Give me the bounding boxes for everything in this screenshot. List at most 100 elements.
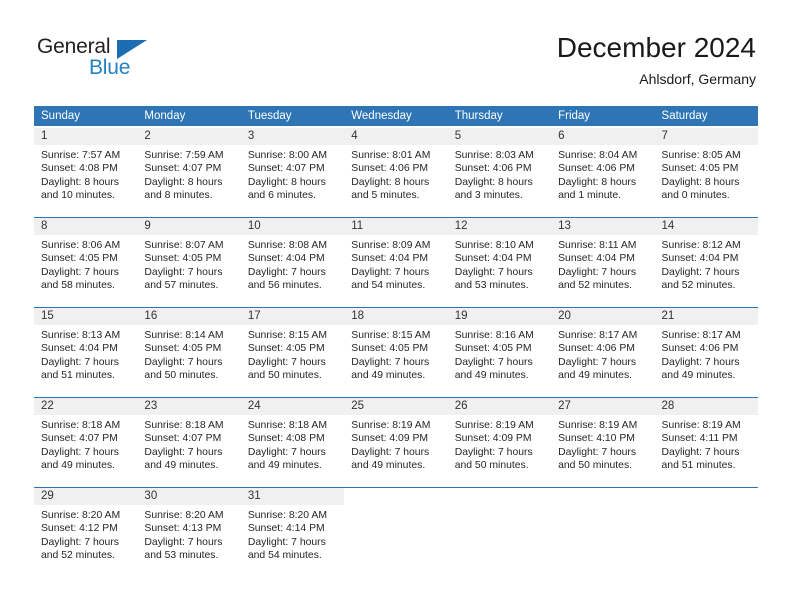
day-cell[interactable]: 21 Sunrise: 8:17 AM Sunset: 4:06 PM Dayl… [654, 308, 758, 396]
day-cell[interactable]: 3 Sunrise: 8:00 AM Sunset: 4:07 PM Dayli… [240, 128, 345, 216]
daylight-text-line1: Daylight: 7 hours [41, 446, 119, 458]
day-number: 12 [447, 218, 552, 235]
daylight-text-line1: Daylight: 7 hours [661, 446, 740, 458]
sunrise-text: Sunrise: 8:06 AM [41, 240, 121, 251]
sunset-text: Sunset: 4:05 PM [247, 343, 325, 355]
day-info: Sunrise: 8:19 AM Sunset: 4:10 PM Dayligh… [551, 415, 654, 473]
day-cell[interactable]: 11 Sunrise: 8:09 AM Sunset: 4:04 PM Dayl… [344, 218, 448, 306]
page-header: General Blue December 2024 Ahlsdorf, Ger… [0, 0, 792, 100]
day-cell[interactable]: 28 Sunrise: 8:19 AM Sunset: 4:11 PM Dayl… [654, 398, 758, 486]
daylight-text-line1: Daylight: 8 hours [454, 176, 533, 188]
daylight-text-line1: Daylight: 7 hours [351, 446, 430, 458]
sunrise-text: Sunrise: 8:11 AM [558, 240, 637, 251]
day-cell-empty [655, 488, 758, 576]
day-cell[interactable]: 17 Sunrise: 8:15 AM Sunset: 4:05 PM Dayl… [240, 308, 345, 396]
sunset-text: Sunset: 4:14 PM [247, 523, 325, 535]
daylight-text-line2: and 50 minutes. [454, 460, 529, 472]
day-number: 17 [240, 308, 345, 325]
day-cell[interactable]: 13 Sunrise: 8:11 AM Sunset: 4:04 PM Dayl… [551, 218, 655, 306]
day-cell[interactable]: 31 Sunrise: 8:20 AM Sunset: 4:14 PM Dayl… [240, 488, 345, 576]
daylight-text-line2: and 10 minutes. [41, 190, 115, 202]
day-cell[interactable]: 10 Sunrise: 8:08 AM Sunset: 4:04 PM Dayl… [240, 218, 345, 306]
daylight-text-line2: and 54 minutes. [351, 280, 426, 292]
day-info: Sunrise: 8:18 AM Sunset: 4:08 PM Dayligh… [241, 415, 344, 473]
day-cell[interactable]: 8 Sunrise: 8:06 AM Sunset: 4:05 PM Dayli… [34, 218, 138, 306]
day-cell[interactable]: 22 Sunrise: 8:18 AM Sunset: 4:07 PM Dayl… [34, 398, 138, 486]
daylight-text-line1: Daylight: 8 hours [247, 176, 326, 188]
day-cell[interactable]: 14 Sunrise: 8:12 AM Sunset: 4:04 PM Dayl… [654, 218, 758, 306]
day-cell[interactable]: 26 Sunrise: 8:19 AM Sunset: 4:09 PM Dayl… [447, 398, 552, 486]
day-number: 11 [344, 218, 448, 235]
daylight-text-line1: Daylight: 8 hours [41, 176, 119, 188]
day-number: 10 [240, 218, 345, 235]
daylight-text-line1: Daylight: 7 hours [558, 356, 637, 368]
daylight-text-line2: and 49 minutes. [144, 460, 219, 472]
sunset-text: Sunset: 4:13 PM [144, 523, 222, 535]
day-cell[interactable]: 16 Sunrise: 8:14 AM Sunset: 4:05 PM Dayl… [137, 308, 241, 396]
day-info: Sunrise: 8:18 AM Sunset: 4:07 PM Dayligh… [137, 415, 240, 473]
day-cell[interactable]: 30 Sunrise: 8:20 AM Sunset: 4:13 PM Dayl… [137, 488, 241, 576]
daylight-text-line2: and 54 minutes. [247, 550, 322, 562]
daylight-text-line1: Daylight: 8 hours [558, 176, 637, 188]
general-blue-logo[interactable]: General Blue [37, 36, 167, 84]
daylight-text-line2: and 5 minutes. [351, 190, 420, 202]
weekday-header-thursday: Thursday [447, 106, 552, 126]
sunrise-text: Sunrise: 8:15 AM [247, 330, 327, 341]
sunset-text: Sunset: 4:11 PM [661, 433, 738, 445]
sunrise-text: Sunrise: 8:03 AM [454, 150, 534, 161]
day-number: 26 [447, 398, 552, 415]
day-cell[interactable]: 6 Sunrise: 8:04 AM Sunset: 4:06 PM Dayli… [551, 128, 655, 216]
sunset-text: Sunset: 4:06 PM [351, 163, 429, 175]
daylight-text-line2: and 49 minutes. [351, 370, 426, 382]
daylight-text-line1: Daylight: 7 hours [247, 356, 326, 368]
day-info: Sunrise: 8:08 AM Sunset: 4:04 PM Dayligh… [241, 235, 344, 293]
day-cell[interactable]: 23 Sunrise: 8:18 AM Sunset: 4:07 PM Dayl… [137, 398, 241, 486]
day-cell[interactable]: 5 Sunrise: 8:03 AM Sunset: 4:06 PM Dayli… [447, 128, 552, 216]
day-cell[interactable]: 29 Sunrise: 8:20 AM Sunset: 4:12 PM Dayl… [34, 488, 138, 576]
day-cell[interactable]: 25 Sunrise: 8:19 AM Sunset: 4:09 PM Dayl… [344, 398, 448, 486]
day-cell[interactable]: 7 Sunrise: 8:05 AM Sunset: 4:05 PM Dayli… [654, 128, 758, 216]
daylight-text-line1: Daylight: 7 hours [558, 266, 637, 278]
day-number: 1 [34, 128, 138, 145]
day-cell[interactable]: 27 Sunrise: 8:19 AM Sunset: 4:10 PM Dayl… [551, 398, 655, 486]
sunrise-text: Sunrise: 8:12 AM [661, 240, 741, 251]
sunrise-text: Sunrise: 8:16 AM [454, 330, 534, 341]
daylight-text-line2: and 50 minutes. [247, 370, 322, 382]
day-number: 29 [34, 488, 138, 505]
day-cell[interactable]: 2 Sunrise: 7:59 AM Sunset: 4:07 PM Dayli… [137, 128, 241, 216]
sunrise-text: Sunrise: 8:19 AM [661, 420, 741, 431]
day-cell[interactable]: 4 Sunrise: 8:01 AM Sunset: 4:06 PM Dayli… [344, 128, 448, 216]
day-cell[interactable]: 1 Sunrise: 7:57 AM Sunset: 4:08 PM Dayli… [34, 128, 138, 216]
calendar-week-row: 29 Sunrise: 8:20 AM Sunset: 4:12 PM Dayl… [34, 488, 758, 576]
sunrise-text: Sunrise: 8:18 AM [247, 420, 327, 431]
daylight-text-line1: Daylight: 7 hours [558, 446, 637, 458]
day-cell-empty [551, 488, 654, 576]
day-cell[interactable]: 12 Sunrise: 8:10 AM Sunset: 4:04 PM Dayl… [447, 218, 552, 306]
day-cell[interactable]: 18 Sunrise: 8:15 AM Sunset: 4:05 PM Dayl… [344, 308, 448, 396]
sunrise-text: Sunrise: 8:20 AM [247, 510, 327, 521]
daylight-text-line2: and 51 minutes. [661, 460, 736, 472]
sunrise-text: Sunrise: 8:07 AM [144, 240, 224, 251]
weekday-header-tuesday: Tuesday [240, 106, 345, 126]
daylight-text-line2: and 52 minutes. [558, 280, 633, 292]
day-number: 31 [240, 488, 345, 505]
day-cell[interactable]: 20 Sunrise: 8:17 AM Sunset: 4:06 PM Dayl… [551, 308, 655, 396]
day-info: Sunrise: 8:07 AM Sunset: 4:05 PM Dayligh… [137, 235, 240, 293]
day-number: 8 [34, 218, 138, 235]
day-info: Sunrise: 8:13 AM Sunset: 4:04 PM Dayligh… [34, 325, 137, 383]
day-cell[interactable]: 24 Sunrise: 8:18 AM Sunset: 4:08 PM Dayl… [240, 398, 345, 486]
page-title: December 2024 [556, 32, 756, 63]
day-cell[interactable]: 15 Sunrise: 8:13 AM Sunset: 4:04 PM Dayl… [34, 308, 138, 396]
day-number: 28 [654, 398, 758, 415]
day-info: Sunrise: 8:19 AM Sunset: 4:09 PM Dayligh… [448, 415, 551, 473]
title-block: December 2024 Ahlsdorf, Germany [557, 32, 756, 88]
sunrise-text: Sunrise: 8:05 AM [661, 150, 741, 161]
day-info: Sunrise: 8:20 AM Sunset: 4:14 PM Dayligh… [241, 505, 344, 563]
day-info: Sunrise: 8:06 AM Sunset: 4:05 PM Dayligh… [34, 235, 137, 293]
day-info: Sunrise: 8:12 AM Sunset: 4:04 PM Dayligh… [655, 235, 758, 293]
day-cell[interactable]: 19 Sunrise: 8:16 AM Sunset: 4:05 PM Dayl… [447, 308, 552, 396]
day-number: 27 [551, 398, 655, 415]
day-cell[interactable]: 9 Sunrise: 8:07 AM Sunset: 4:05 PM Dayli… [137, 218, 241, 306]
sunset-text: Sunset: 4:04 PM [558, 253, 635, 265]
daylight-text-line2: and 1 minute. [558, 190, 622, 202]
